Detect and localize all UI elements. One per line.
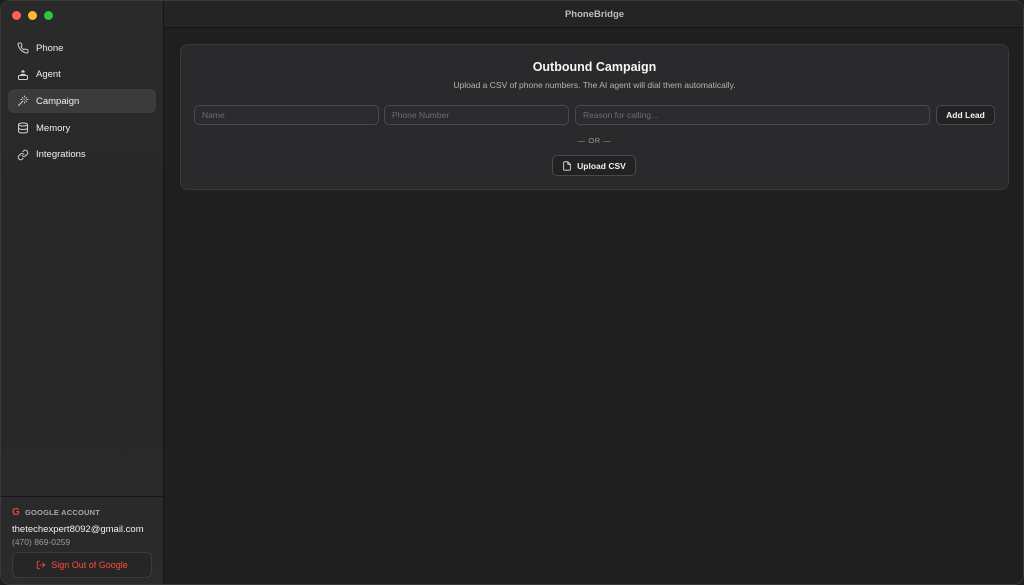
account-heading-label: GOOGLE ACCOUNT: [24, 508, 101, 517]
sidebar-item-memory[interactable]: Memory: [8, 116, 156, 140]
close-window-button[interactable]: [12, 11, 21, 20]
account-email: thetechexpert8092@gmail.com: [12, 524, 144, 535]
sign-out-button[interactable]: Sign Out of Google: [12, 552, 152, 578]
phone-icon: [17, 42, 29, 54]
database-icon: [17, 122, 29, 134]
maximize-window-button[interactable]: [44, 11, 53, 20]
add-lead-button[interactable]: Add Lead: [936, 105, 995, 125]
sidebar-item-agent[interactable]: Agent: [8, 63, 156, 87]
account-phone: (470) 869-0259: [12, 537, 71, 547]
sidebar-item-label: Integrations: [36, 149, 86, 161]
sidebar: Phone Agent Campaign Memory Integrations…: [1, 1, 164, 584]
sidebar-item-integrations[interactable]: Integrations: [8, 143, 156, 167]
app-window: Phone Agent Campaign Memory Integrations…: [0, 0, 1024, 585]
window-title: PhoneBridge: [164, 1, 1023, 28]
sidebar-item-phone[interactable]: Phone: [8, 36, 156, 60]
phone-number-input[interactable]: [384, 105, 569, 125]
sidebar-item-label: Phone: [36, 42, 64, 54]
outbound-campaign-card: Outbound Campaign Upload a CSV of phone …: [180, 44, 1009, 190]
reason-input[interactable]: [575, 105, 930, 125]
main-content: PhoneBridge Outbound Campaign Upload a C…: [164, 1, 1023, 584]
agent-icon: [17, 69, 29, 81]
google-account-panel: G GOOGLE ACCOUNT thetechexpert8092@gmail…: [1, 496, 163, 584]
google-icon: G: [12, 507, 20, 518]
sidebar-item-label: Memory: [36, 122, 71, 134]
file-icon: [563, 160, 571, 171]
upload-csv-label: Upload CSV: [577, 160, 626, 171]
upload-csv-button[interactable]: Upload CSV: [552, 155, 636, 176]
or-divider: — OR —: [577, 136, 612, 145]
sidebar-item-campaign[interactable]: Campaign: [8, 89, 156, 114]
minimize-window-button[interactable]: [28, 11, 37, 20]
sign-out-label: Sign Out of Google: [51, 560, 128, 570]
sidebar-nav: Phone Agent Campaign Memory Integrations: [8, 36, 156, 169]
card-subtitle: Upload a CSV of phone numbers. The AI ag…: [453, 80, 736, 90]
sign-out-icon: [37, 560, 46, 570]
window-controls: [12, 11, 53, 20]
add-lead-row: Add Lead: [194, 105, 995, 125]
name-input[interactable]: [194, 105, 379, 125]
card-title: Outbound Campaign: [532, 60, 657, 74]
campaign-icon: [17, 95, 29, 107]
sidebar-item-label: Agent: [36, 69, 61, 81]
link-icon: [17, 149, 29, 161]
account-heading: G GOOGLE ACCOUNT: [12, 507, 152, 518]
sidebar-item-label: Campaign: [36, 95, 80, 107]
